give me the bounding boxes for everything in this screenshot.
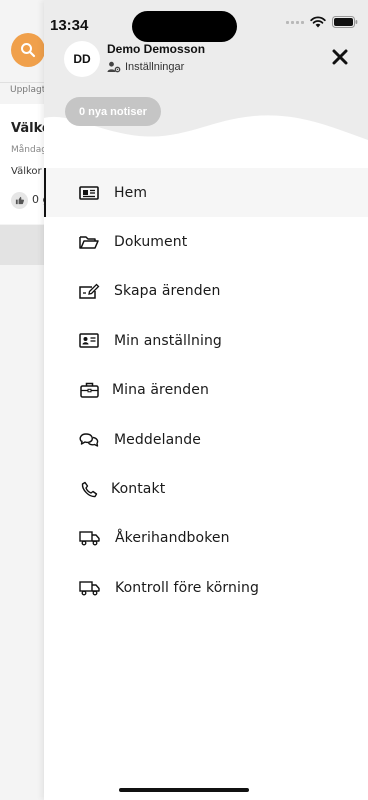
truck-check-icon bbox=[78, 577, 100, 599]
menu-item-skapa-arenden[interactable]: Skapa ärenden bbox=[44, 267, 368, 316]
menu-label-dokument: Dokument bbox=[114, 234, 188, 251]
menu-item-kontroll-fore-korning[interactable]: Kontroll före körning bbox=[44, 563, 368, 612]
thumbs-up-icon bbox=[15, 196, 24, 205]
post-text: Välkor bbox=[11, 166, 42, 177]
search-button[interactable] bbox=[11, 33, 45, 67]
menu-item-dokument[interactable]: Dokument bbox=[44, 217, 368, 266]
notifications-button[interactable]: 0 nya notiser bbox=[65, 97, 161, 126]
avatar[interactable]: DD bbox=[64, 41, 100, 77]
menu-item-mina-arenden[interactable]: Mina ärenden bbox=[44, 366, 368, 415]
navigation-drawer: 13:34 DD Demo Demosson Inställningar 0 n… bbox=[44, 0, 368, 800]
menu-label-kontakt: Kontakt bbox=[111, 481, 166, 498]
menu-item-min-anstallning[interactable]: Min anställning bbox=[44, 316, 368, 365]
settings-label: Inställningar bbox=[125, 61, 185, 73]
signal-icon bbox=[286, 20, 304, 24]
post-date: Måndag bbox=[11, 145, 47, 155]
user-name: Demo Demosson bbox=[107, 42, 206, 56]
menu-label-kontroll-fore-korning: Kontroll före körning bbox=[115, 579, 259, 596]
briefcase-icon bbox=[78, 379, 100, 401]
search-icon bbox=[21, 43, 36, 58]
menu-label-skapa-arenden: Skapa ärenden bbox=[114, 283, 221, 300]
menu-item-hem[interactable]: Hem bbox=[44, 168, 368, 218]
edit-ticket-icon bbox=[78, 280, 100, 302]
wifi-icon bbox=[310, 16, 326, 28]
drawer-header: 13:34 DD Demo Demosson Inställningar 0 n… bbox=[44, 0, 368, 150]
user-gear-icon bbox=[107, 61, 121, 73]
id-card-icon bbox=[78, 330, 100, 352]
folder-icon bbox=[78, 231, 100, 253]
menu-item-akerihandboken[interactable]: Åkerihandboken bbox=[44, 514, 368, 563]
chat-bubbles-icon bbox=[78, 429, 100, 451]
close-icon bbox=[332, 49, 348, 65]
truck-icon bbox=[78, 527, 100, 549]
dynamic-island bbox=[132, 11, 237, 42]
drawer-menu: Hem Dokument Skapa ärenden Min anställni… bbox=[44, 168, 368, 613]
menu-label-mina-arenden: Mina ärenden bbox=[112, 382, 209, 399]
status-time: 13:34 bbox=[50, 17, 89, 34]
home-indicator[interactable] bbox=[119, 788, 249, 792]
phone-icon bbox=[78, 478, 100, 500]
menu-item-meddelande[interactable]: Meddelande bbox=[44, 415, 368, 464]
menu-label-akerihandboken: Åkerihandboken bbox=[115, 530, 230, 547]
section-label: Upplagt bbox=[10, 85, 46, 95]
home-news-icon bbox=[78, 182, 100, 204]
menu-label-min-anstallning: Min anställning bbox=[114, 332, 222, 349]
battery-icon bbox=[332, 16, 358, 28]
menu-item-kontakt[interactable]: Kontakt bbox=[44, 464, 368, 513]
close-button[interactable] bbox=[330, 47, 350, 67]
settings-link[interactable]: Inställningar bbox=[107, 61, 184, 73]
menu-label-hem: Hem bbox=[114, 184, 148, 201]
status-icons bbox=[286, 16, 358, 28]
menu-label-meddelande: Meddelande bbox=[114, 431, 201, 448]
like-button[interactable] bbox=[11, 192, 28, 209]
